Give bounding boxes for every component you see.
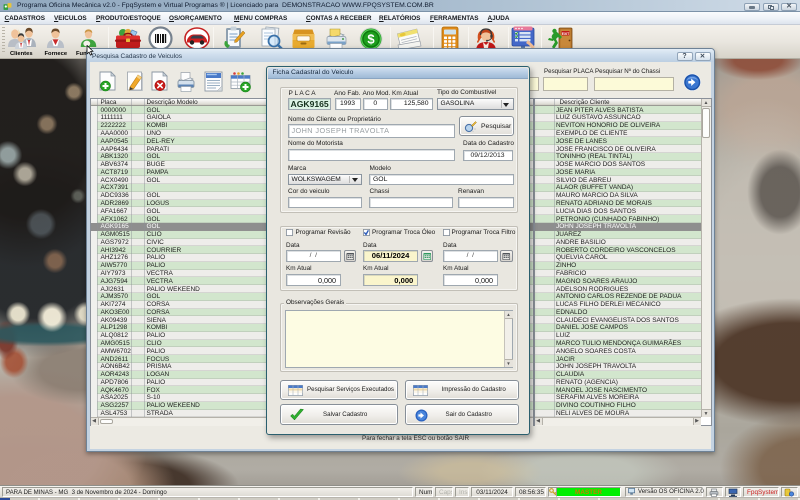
svg-text:$: $ bbox=[367, 32, 375, 47]
svg-text:EXIT: EXIT bbox=[562, 32, 570, 36]
